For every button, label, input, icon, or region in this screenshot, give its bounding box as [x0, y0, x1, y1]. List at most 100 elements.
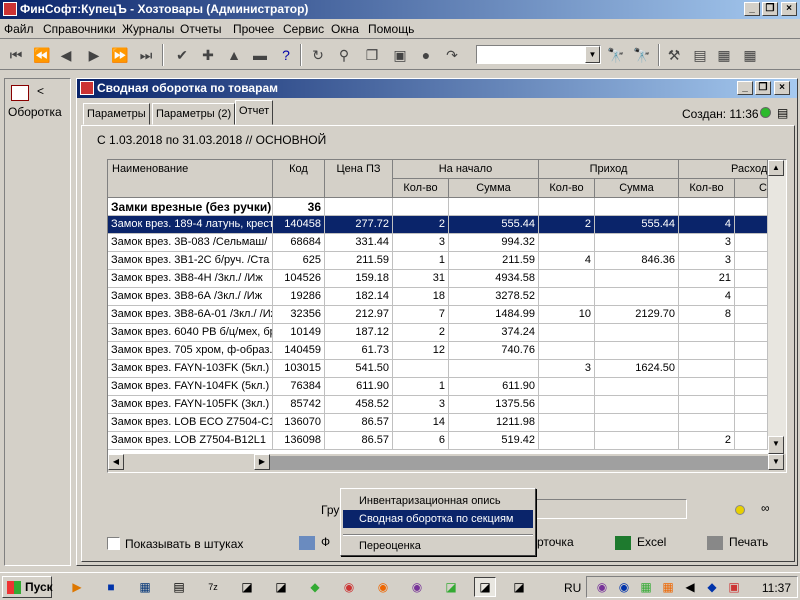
table-row[interactable]: Замок врез. 3В-083 /Сельмаш/68684 331.44 3… [108, 234, 768, 252]
window-minimize-button[interactable]: _ [737, 81, 753, 95]
table-row[interactable]: Замок врез. FAYN-105FK (3кл.) 85742 458.52… [108, 396, 768, 414]
table-row[interactable]: Замок врез. 3В1-2С б/руч. /Ста 625 211.59 1… [108, 252, 768, 270]
cell-os[interactable] [735, 252, 768, 270]
header-outcome-qty[interactable]: Кол-во [679, 179, 735, 198]
horizontal-scrollbar[interactable]: ◀ ▶ ▼ [108, 454, 786, 472]
cell-oq[interactable] [679, 324, 735, 342]
record-icon[interactable]: ● [416, 45, 436, 65]
group-row[interactable]: Замки врезные (без ручки) 36 [108, 198, 768, 216]
viber-tray-icon[interactable]: ◉ [591, 577, 613, 597]
cell-ss[interactable]: 3278.52 [449, 288, 539, 306]
header-code[interactable]: Код [273, 160, 325, 198]
menu-file[interactable]: Файл [4, 22, 34, 36]
cell-os[interactable] [735, 360, 768, 378]
cell-oq[interactable]: 21 [679, 270, 735, 288]
cell-name[interactable]: Замок врез. FAYN-104FK (5кл.) [108, 378, 273, 396]
cell-ss[interactable]: 374.24 [449, 324, 539, 342]
cell-os[interactable] [735, 342, 768, 360]
cell-os[interactable] [735, 306, 768, 324]
cell-ss[interactable]: 4934.58 [449, 270, 539, 288]
cell-iq[interactable] [539, 288, 595, 306]
add-icon[interactable]: ✚ [198, 45, 218, 65]
cell-is[interactable]: 846.36 [595, 252, 679, 270]
document-icon[interactable]: ▤ [690, 45, 710, 65]
app-icon-5[interactable]: ◪ [508, 577, 530, 597]
menu-help[interactable]: Помощь [368, 22, 414, 36]
header-start[interactable]: На начало [393, 160, 539, 179]
tray-icon-7[interactable]: ▣ [723, 577, 745, 597]
cell-code[interactable]: 103015 [273, 360, 325, 378]
cell-code[interactable]: 85742 [273, 396, 325, 414]
restore-button[interactable]: ❐ [762, 2, 778, 16]
minimize-button[interactable]: _ [744, 2, 760, 16]
cell-code[interactable]: 140458 [273, 216, 325, 234]
cell-oq[interactable]: 4 [679, 216, 735, 234]
scroll-left-icon[interactable]: ◀ [108, 454, 124, 470]
cell-sq[interactable]: 3 [393, 396, 449, 414]
menu-journals[interactable]: Журналы [122, 22, 174, 36]
check-icon[interactable]: ✔ [172, 45, 192, 65]
media-player-icon[interactable]: ▶ [66, 577, 88, 597]
cell-code[interactable]: 625 [273, 252, 325, 270]
cell-code[interactable]: 68684 [273, 234, 325, 252]
cell-code[interactable]: 10149 [273, 324, 325, 342]
copy-icon[interactable]: ❐ [362, 45, 382, 65]
cell-name[interactable]: Замок врез. 3В1-2С б/руч. /Ста [108, 252, 273, 270]
menu-inventory[interactable]: Инвентаризационная опись [343, 492, 533, 510]
cell-iq[interactable] [539, 270, 595, 288]
tray-icon-4[interactable]: ▦ [657, 577, 679, 597]
table-row[interactable]: Замок врез. 705 хром, ф-образ. 140459 61.7… [108, 342, 768, 360]
table-row[interactable]: Замок врез. 3В8-6А /3кл./ /Иж 19286 182.14… [108, 288, 768, 306]
cell-os[interactable] [735, 216, 768, 234]
tray-icon-6[interactable]: ◆ [701, 577, 723, 597]
header-outcome-sum[interactable]: Сумма [735, 179, 768, 198]
chrome-icon[interactable]: ◉ [338, 577, 360, 597]
cell-price[interactable]: 182.14 [325, 288, 393, 306]
cell-price[interactable]: 611.90 [325, 378, 393, 396]
next-record-icon[interactable]: ▶ [84, 45, 104, 65]
table-row[interactable]: Замок врез. LOB ECO Z7504-C1 136070 86.57 1… [108, 414, 768, 432]
find-icon[interactable]: 🔭 [606, 45, 626, 65]
windows-icon[interactable]: ▦ [740, 45, 760, 65]
toolbar-combo[interactable]: ▼ [476, 45, 601, 64]
cell-iq[interactable]: 4 [539, 252, 595, 270]
cell-ss[interactable]: 555.44 [449, 216, 539, 234]
cell-iq[interactable] [539, 378, 595, 396]
redo-icon[interactable]: ↷ [442, 45, 462, 65]
help-icon[interactable]: ? [276, 45, 296, 65]
cell-code[interactable]: 136098 [273, 432, 325, 450]
cell-sq[interactable]: 12 [393, 342, 449, 360]
cell-is[interactable]: 2129.70 [595, 306, 679, 324]
cell-iq[interactable] [539, 324, 595, 342]
cell-price[interactable]: 61.73 [325, 342, 393, 360]
scroll-thumb[interactable] [270, 456, 768, 470]
language-indicator[interactable]: RU [564, 581, 581, 595]
menu-sections-report[interactable]: Сводная оборотка по секциям [343, 510, 533, 528]
cell-sq[interactable] [393, 198, 449, 216]
window-restore-button[interactable]: ❐ [755, 81, 771, 95]
cell-price[interactable]: 211.59 [325, 252, 393, 270]
calculator-icon[interactable] [11, 85, 29, 101]
cell-sq[interactable]: 18 [393, 288, 449, 306]
cell-ss[interactable]: 211.59 [449, 252, 539, 270]
menu-reports[interactable]: Отчеты [180, 22, 221, 36]
find-next-icon[interactable]: 🔭 [632, 45, 652, 65]
header-price[interactable]: Цена ПЗ [325, 160, 393, 198]
cell-sq[interactable]: 1 [393, 252, 449, 270]
cell-price[interactable]: 277.72 [325, 216, 393, 234]
scroll-down-small-icon[interactable]: ▼ [768, 454, 784, 470]
cell-os[interactable] [735, 396, 768, 414]
table-row[interactable]: Замок врез. FAYN-104FK (5кл.) 76384 611.90… [108, 378, 768, 396]
cell-code[interactable]: 36 [273, 198, 325, 216]
firefox-icon[interactable]: ◉ [372, 577, 394, 597]
cell-is[interactable] [595, 396, 679, 414]
cell-price[interactable]: 541.50 [325, 360, 393, 378]
cell-ss[interactable] [449, 360, 539, 378]
vertical-scrollbar[interactable]: ▲ ▼ [768, 160, 786, 454]
cell-oq[interactable] [679, 414, 735, 432]
cell-is[interactable]: 1624.50 [595, 360, 679, 378]
scroll-right-icon[interactable]: ▶ [254, 454, 270, 470]
cell-os[interactable] [735, 234, 768, 252]
table-row[interactable]: Замок врез. 189-4 латунь, крест 140458 277… [108, 216, 768, 234]
cell-oq[interactable] [679, 342, 735, 360]
